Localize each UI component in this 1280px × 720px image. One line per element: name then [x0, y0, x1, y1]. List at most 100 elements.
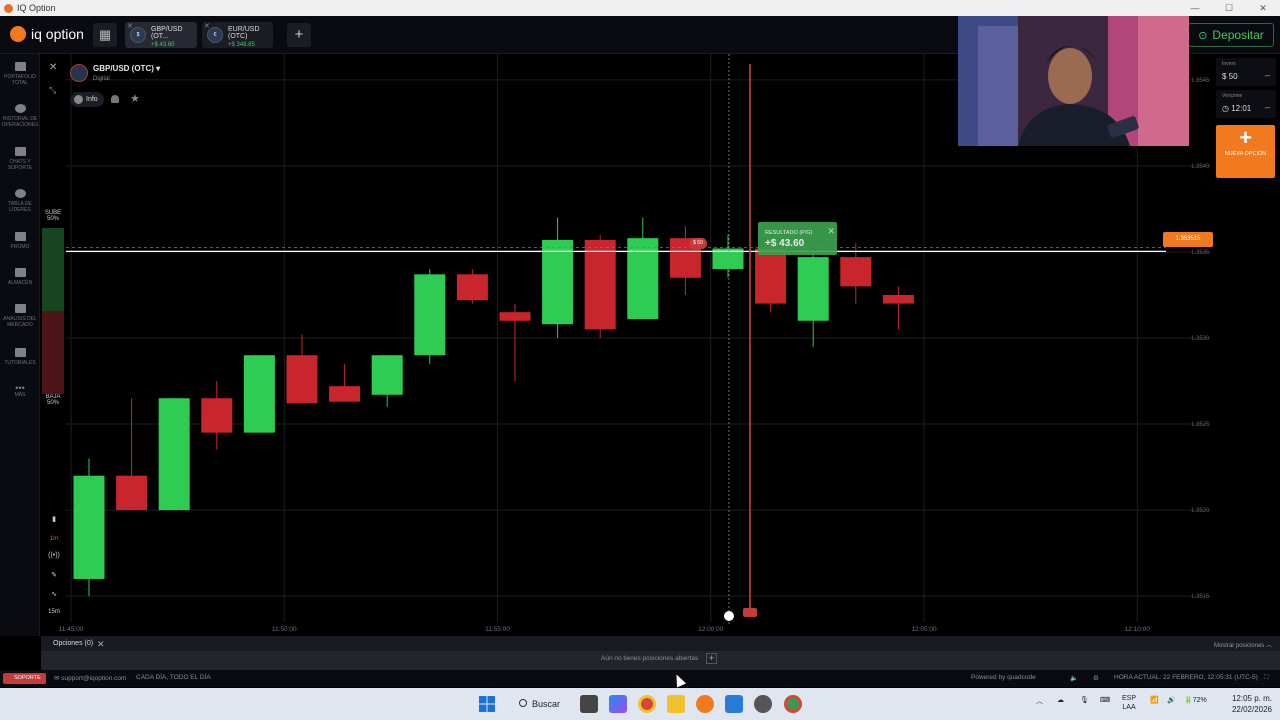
add-tab-button[interactable]: +	[287, 23, 311, 47]
show-positions-label: Mostrar posiciones	[1213, 643, 1265, 649]
sidebar-item-store[interactable]: ALMACÉN	[0, 268, 40, 286]
minimize-button[interactable]: —	[1178, 0, 1212, 16]
indicators-icon[interactable]: ((•))	[45, 552, 63, 559]
mic-icon[interactable]: 🎙	[1080, 696, 1089, 704]
keyboard-icon[interactable]: ⌨	[1100, 696, 1110, 704]
support-button[interactable]: SOPORTE	[3, 673, 46, 684]
battery-icon: 🔋	[1184, 697, 1193, 704]
candle-body	[882, 294, 914, 304]
wifi-icon[interactable]: 📶	[1150, 696, 1159, 704]
asset-tab-eurusd[interactable]: ✕ € EUR/USD (OTC) +$ 348.85	[202, 22, 273, 48]
expiry-value[interactable]: ◷ 12:01	[1222, 104, 1251, 113]
candle-body	[797, 257, 829, 321]
volume-icon[interactable]: 🔈	[1070, 674, 1078, 682]
star-icon[interactable]: ★	[130, 92, 140, 105]
candle-body	[158, 398, 190, 511]
iq-option-icon[interactable]	[696, 695, 714, 713]
sidebar-item-label: ANÁLISIS DEL MERCADO	[3, 316, 37, 328]
sidebar-item-label: MÁS	[14, 392, 26, 398]
tab-pair: GBP/USD (OT...	[151, 26, 183, 40]
task-view-icon[interactable]	[580, 695, 598, 713]
tab-pair: EUR/USD (OTC)	[228, 26, 260, 40]
new-option-button[interactable]: + NUEVA OPCIÓN	[1216, 125, 1275, 178]
clock-icon: ◷	[1222, 104, 1229, 113]
tab-options[interactable]: Opciones (0)	[53, 640, 93, 647]
chart-type-icon[interactable]: ▮	[45, 515, 63, 523]
collapse-icon[interactable]: ⤡	[49, 85, 56, 96]
sidebar-item-leaderboard[interactable]: TABLA DE LÍDERES	[0, 189, 40, 213]
candle-timeframe-button[interactable]: 1m	[46, 532, 62, 546]
result-popup: RESULTADO (P/G) +$ 43.60 ✕	[758, 222, 837, 255]
taskbar-search[interactable]: Buscar	[510, 694, 570, 714]
sidebar-item-more[interactable]: ••• MÁS	[0, 384, 40, 399]
add-position-button[interactable]: +	[706, 653, 717, 664]
copilot-icon[interactable]	[609, 695, 627, 713]
battery-indicator[interactable]: 🔋72%	[1184, 696, 1207, 704]
logo[interactable]: iq option	[10, 26, 84, 42]
asset-name[interactable]: GBP/USD (OTC) ▾	[93, 64, 160, 73]
sidebar-item-analysis[interactable]: ANÁLISIS DEL MERCADO	[0, 304, 40, 328]
taskbar-clock[interactable]: 12:05 p. m. 22/02/2026	[1222, 693, 1272, 715]
x-tick-label: 12:05:00	[911, 626, 937, 633]
deposit-button[interactable]: ⊙ Depositar	[1188, 23, 1274, 47]
sentiment-bar	[42, 228, 64, 394]
settings-app-icon[interactable]	[754, 695, 772, 713]
grid-icon[interactable]: ▦	[93, 23, 117, 47]
close-window-button[interactable]: ✕	[1246, 0, 1280, 16]
investment-value[interactable]: $ 50	[1222, 72, 1238, 81]
sidebar-item-portfolio[interactable]: PORTAFOLIO TOTAL	[0, 62, 40, 86]
close-icon[interactable]: ✕	[97, 639, 105, 650]
chevron-up-icon: ︿	[1265, 643, 1272, 649]
range-timeframe-button[interactable]: 15m	[45, 609, 63, 615]
draw-icon[interactable]: ✎	[45, 571, 63, 579]
deposit-label: Depositar	[1212, 28, 1264, 42]
tab-pnl: +$ 43.60	[151, 42, 175, 48]
investment-label: Invers	[1222, 61, 1236, 67]
candle-body	[116, 475, 148, 511]
minus-icon[interactable]: –	[1265, 70, 1270, 80]
candle-body	[627, 238, 659, 320]
show-positions-toggle[interactable]: Mostrar posiciones ︿	[1214, 640, 1272, 649]
positions-tabs	[41, 636, 1280, 651]
sidebar: PORTAFOLIO TOTAL HISTORIAL DE OPERACIONE…	[0, 54, 40, 636]
network-tray-icon[interactable]: ☁	[1057, 696, 1064, 704]
sidebar-item-tutorials[interactable]: TUTORIALES	[0, 348, 40, 366]
windows-start-icon[interactable]	[478, 695, 496, 713]
sidebar-item-history[interactable]: HISTORIAL DE OPERACIONES	[0, 104, 40, 128]
close-icon[interactable]: ✕	[827, 226, 835, 237]
logo-text: iq option	[31, 26, 84, 42]
bell-icon[interactable]	[111, 95, 119, 103]
wave-icon[interactable]: ∿	[45, 590, 63, 598]
close-chart-icon[interactable]: ✕	[49, 62, 57, 73]
notepad-icon[interactable]	[725, 695, 743, 713]
analysis-icon	[14, 304, 26, 313]
sidebar-item-label: TABLA DE LÍDERES	[8, 201, 32, 213]
search-icon	[519, 699, 527, 707]
sentiment-down: BAJA 50%	[44, 394, 62, 406]
sidebar-item-chat[interactable]: CHATS Y SOPORTE	[0, 147, 40, 171]
sidebar-item-label: PROMO	[10, 244, 30, 250]
chrome-icon[interactable]	[638, 695, 656, 713]
minus-icon[interactable]: –	[1265, 102, 1270, 112]
history-icon	[14, 104, 26, 113]
sidebar-item-promo[interactable]: PROMO	[0, 232, 40, 250]
email-link[interactable]: ✉ support@iqoption.com	[54, 674, 126, 682]
investment-field[interactable]: Invers $ 50 –	[1216, 58, 1276, 86]
maximize-button[interactable]: ☐	[1212, 0, 1246, 16]
fullscreen-icon[interactable]: ⛶	[1264, 674, 1269, 682]
x-tick-label: 12:10:00	[1125, 626, 1151, 633]
asset-tab-gbpusd[interactable]: ✕ $ GBP/USD (OT... +$ 43.60	[125, 22, 197, 48]
chrome-profile-icon[interactable]	[784, 695, 802, 713]
x-tick-label: 12:00:00	[698, 626, 724, 633]
settings-icon[interactable]: ⚙	[1093, 674, 1099, 682]
chevron-up-icon[interactable]: ︿	[1036, 696, 1043, 706]
battery-percent: 72%	[1192, 697, 1207, 704]
speaker-icon[interactable]: 🔊	[1167, 696, 1176, 704]
window-controls: — ☐ ✕	[1178, 0, 1280, 16]
expiry-field[interactable]: Vencimie ◷ 12:01 –	[1216, 90, 1276, 118]
candle-body	[584, 239, 616, 330]
file-explorer-icon[interactable]	[667, 695, 685, 713]
info-button[interactable]: Info	[70, 92, 104, 107]
language-indicator[interactable]: ESP LAA	[1122, 694, 1136, 712]
candle-body	[201, 398, 233, 433]
